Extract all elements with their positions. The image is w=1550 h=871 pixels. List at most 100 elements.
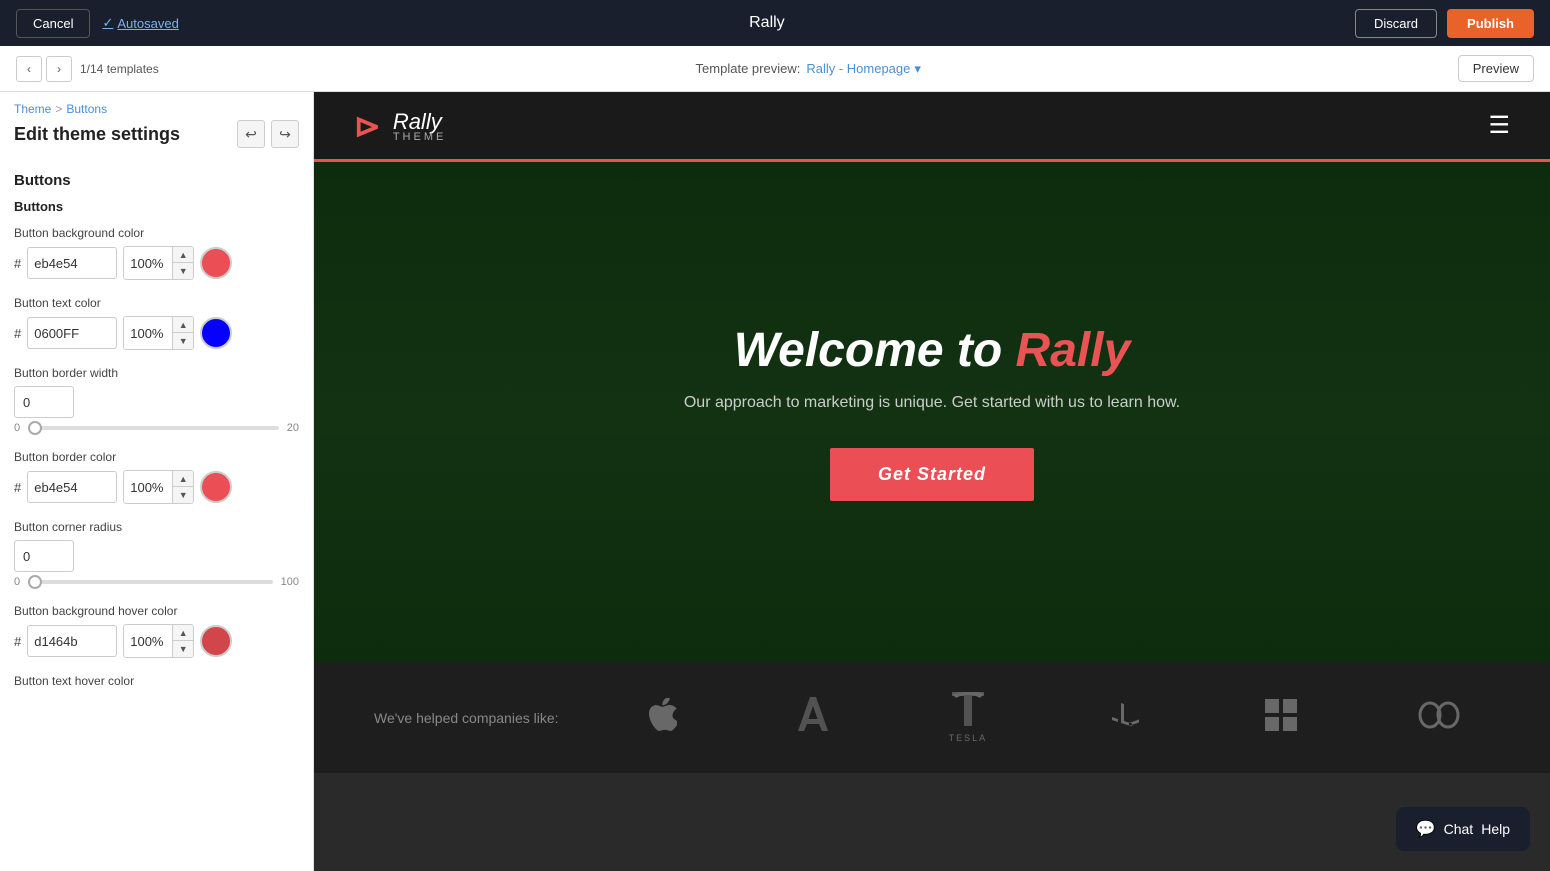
button-border-color-row: # ▲ ▼ [14, 470, 299, 504]
button-corner-radius-slider[interactable] [28, 580, 273, 584]
section-title-buttons: Buttons [14, 172, 299, 189]
button-text-color-input[interactable] [27, 317, 117, 349]
button-border-opacity-input[interactable] [124, 471, 172, 503]
breadcrumb-buttons[interactable]: Buttons [66, 102, 107, 116]
button-corner-radius-field: Button corner radius 0 100 [14, 520, 299, 588]
opacity-up-button-4[interactable]: ▲ [173, 625, 193, 641]
hero-title: Welcome to Rally [684, 323, 1180, 378]
opacity-arrows-3: ▲ ▼ [172, 471, 193, 503]
slider-min-2: 0 [14, 576, 20, 588]
opacity-up-button-3[interactable]: ▲ [173, 471, 193, 487]
breadcrumb-theme[interactable]: Theme [14, 102, 51, 116]
sidebar: Theme > Buttons Edit theme settings ↩ ↪ … [0, 92, 314, 871]
preview-area: ⊳ Rally THEME ☰ Welcome to Rally [314, 92, 1550, 871]
logo-windows [1265, 699, 1297, 736]
hero-title-part1: Welcome to [734, 324, 1016, 377]
breadcrumb-separator: > [55, 102, 62, 116]
next-template-button[interactable]: › [46, 56, 72, 82]
slider-row-corner-radius: 0 100 [14, 576, 299, 588]
logos-label: We've helped companies like: [374, 710, 559, 726]
template-preview-label: Template preview: [696, 61, 801, 76]
slider-min: 0 [14, 422, 20, 434]
opacity-wrap-2: ▲ ▼ [123, 316, 194, 350]
button-hover-bg-opacity-input[interactable] [124, 625, 172, 657]
hamburger-icon[interactable]: ☰ [1488, 111, 1510, 140]
help-label: Help [1481, 821, 1510, 837]
hash-prefix-3: # [14, 480, 21, 495]
button-bg-color-swatch[interactable] [200, 247, 232, 279]
template-preview-area: Template preview: Rally - Homepage ▾ [696, 61, 921, 77]
chat-label: Chat [1444, 821, 1474, 837]
prev-template-button[interactable]: ‹ [16, 56, 42, 82]
logo-text: Rally [393, 109, 442, 134]
opacity-down-button[interactable]: ▼ [173, 263, 193, 279]
button-bg-color-label: Button background color [14, 226, 299, 240]
cancel-button[interactable]: Cancel [16, 9, 90, 38]
button-border-color-input[interactable] [27, 471, 117, 503]
button-text-color-label: Button text color [14, 296, 299, 310]
button-border-color-field: Button border color # ▲ ▼ [14, 450, 299, 504]
logo-meta [1418, 701, 1460, 734]
top-bar-left: Cancel ✓ Autosaved [16, 9, 179, 38]
undo-button[interactable]: ↩ [237, 120, 265, 148]
template-link[interactable]: Rally - Homepage ▾ [806, 61, 921, 77]
dropdown-icon: ▾ [914, 61, 921, 77]
preview-nav: ⊳ Rally THEME ☰ [314, 92, 1550, 162]
breadcrumb: Theme > Buttons [0, 92, 313, 118]
hero-title-highlight: Rally [1016, 324, 1131, 377]
button-hover-bg-color-row: # ▲ ▼ [14, 624, 299, 658]
logo-playstation [1108, 698, 1144, 737]
opacity-wrap: ▲ ▼ [123, 246, 194, 280]
nav-arrows: ‹ › [16, 56, 72, 82]
slider-max: 20 [287, 422, 299, 434]
opacity-arrows: ▲ ▼ [172, 247, 193, 279]
logo-text-wrap: Rally THEME [393, 109, 447, 143]
sidebar-title: Edit theme settings [14, 124, 180, 145]
button-bg-color-field: Button background color # ▲ ▼ [14, 226, 299, 280]
hero-cta-button[interactable]: Get Started [830, 448, 1034, 501]
preview-hero: Welcome to Rally Our approach to marketi… [314, 162, 1550, 662]
autosaved-status[interactable]: ✓ Autosaved [102, 15, 178, 31]
preview-frame: ⊳ Rally THEME ☰ Welcome to Rally [314, 92, 1550, 871]
opacity-wrap-3: ▲ ▼ [123, 470, 194, 504]
button-bg-color-input[interactable] [27, 247, 117, 279]
chat-icon: 💬 [1416, 819, 1436, 839]
button-text-opacity-input[interactable] [124, 317, 172, 349]
publish-button[interactable]: Publish [1447, 9, 1534, 38]
discard-button[interactable]: Discard [1355, 9, 1437, 38]
template-count: 1/14 templates [80, 62, 159, 76]
opacity-arrows-4: ▲ ▼ [172, 625, 193, 657]
button-hover-text-color-field: Button text hover color [14, 674, 299, 688]
button-border-color-swatch[interactable] [200, 471, 232, 503]
chat-help-button[interactable]: 💬 Chat Help [1396, 807, 1530, 851]
opacity-down-button-2[interactable]: ▼ [173, 333, 193, 349]
preview-logos-bar: We've helped companies like: [314, 662, 1550, 773]
button-bg-opacity-input[interactable] [124, 247, 172, 279]
button-border-width-input[interactable] [14, 386, 74, 418]
hash-prefix-2: # [14, 326, 21, 341]
button-corner-radius-label: Button corner radius [14, 520, 299, 534]
opacity-up-button-2[interactable]: ▲ [173, 317, 193, 333]
hash-prefix: # [14, 256, 21, 271]
button-corner-radius-input[interactable] [14, 540, 74, 572]
button-hover-bg-color-input[interactable] [27, 625, 117, 657]
opacity-down-button-3[interactable]: ▼ [173, 487, 193, 503]
check-icon: ✓ [102, 15, 113, 31]
button-border-width-slider[interactable] [28, 426, 279, 430]
opacity-down-button-4[interactable]: ▼ [173, 641, 193, 657]
hero-subtitle: Our approach to marketing is unique. Get… [684, 394, 1180, 412]
opacity-wrap-4: ▲ ▼ [123, 624, 194, 658]
preview-logo: ⊳ Rally THEME [354, 107, 446, 145]
buttons-section: Buttons Buttons Button background color … [0, 158, 313, 710]
button-hover-bg-color-swatch[interactable] [200, 625, 232, 657]
redo-button[interactable]: ↪ [271, 120, 299, 148]
opacity-up-button[interactable]: ▲ [173, 247, 193, 263]
slider-max-2: 100 [281, 576, 299, 588]
logo-icon: ⊳ [354, 107, 381, 145]
preview-button[interactable]: Preview [1458, 55, 1534, 82]
button-text-color-swatch[interactable] [200, 317, 232, 349]
opacity-arrows-2: ▲ ▼ [172, 317, 193, 349]
second-bar: ‹ › 1/14 templates Template preview: Ral… [0, 46, 1550, 92]
logo-items: TESLA [619, 692, 1490, 743]
button-hover-bg-color-label: Button background hover color [14, 604, 299, 618]
